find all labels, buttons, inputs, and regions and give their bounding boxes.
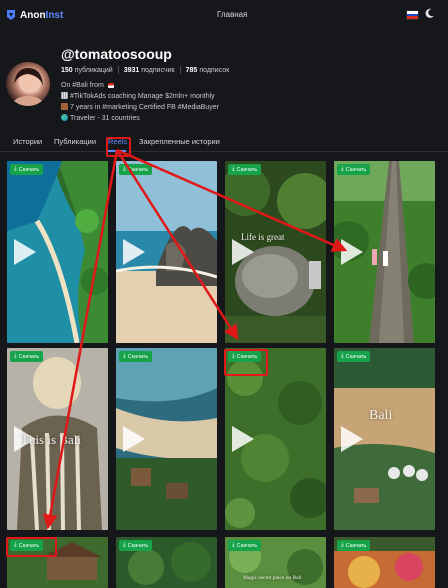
globe-emoji-icon [61,114,68,121]
top-bar: Anon Inst Главная [0,0,448,32]
following-count: 785 [185,66,198,74]
posts-count: 150 [61,66,73,74]
download-button[interactable]: ⤓ Скачать [119,164,153,175]
play-icon [232,239,254,265]
stats-divider [117,66,119,74]
avatar-photo [13,68,43,106]
reel-tile[interactable]: ⤓ Скачать This is Bali [7,348,108,530]
following-label: подписок [199,66,230,74]
annotation-box-reels-tab [106,137,131,157]
download-label: Скачать [18,353,40,360]
dark-mode-moon-icon[interactable] [425,8,435,18]
logo-text-anon: Anon [20,9,46,21]
bio-line-marketing: 7 years in #marketing Certified FB #Medi… [61,103,219,111]
reel-tile[interactable]: ⤓ Скачать [116,537,217,588]
profile-username: @tomatoosooup [61,46,172,62]
download-arrow-icon: ⤓ [341,353,344,359]
download-label: Скачать [127,353,149,360]
bio-line-coaching: #TikTokAds coaching Manage $2mln+ monthl… [61,92,215,100]
download-label: Скачать [18,166,40,173]
reel-tile[interactable]: ⤓ Скачать [7,161,108,343]
download-label: Скачать [345,353,367,360]
bio-coaching-text: #TikTokAds coaching Manage $2mln+ monthl… [70,93,215,100]
download-button[interactable]: ⤓ Скачать [228,540,262,551]
tab-stories[interactable]: Истории [13,137,42,146]
download-button[interactable]: ⤓ Скачать [119,540,153,551]
posts-label: публикаций [74,66,113,74]
tab-pinned-stories[interactable]: Закрепленные истории [139,137,220,146]
briefcase-emoji-icon [61,103,68,110]
flag-emoji-icon [107,83,114,88]
reel-tile[interactable]: ⤓ Скачать [334,537,435,588]
play-icon [123,426,145,452]
avatar [6,62,50,106]
annotation-box-download [6,537,57,557]
download-button[interactable]: ⤓ Скачать [337,351,371,362]
profile-stats: 150 публикаций 3931 подписчик 785 подпис… [61,66,229,74]
reel-tile[interactable]: ⤓ Скачать [116,348,217,530]
logo[interactable]: Anon Inst [6,9,63,21]
download-button[interactable]: ⤓ Скачать [228,164,262,175]
download-label: Скачать [127,166,149,173]
bio-marketing-text: 7 years in #marketing Certified FB #Medi… [70,104,220,111]
download-arrow-icon: ⤓ [14,353,17,359]
reel-tile[interactable]: ⤓ Скачать [116,161,217,343]
download-label: Скачать [345,166,367,173]
logo-icon [7,10,15,20]
reel-tile[interactable]: ⤓ Скачать Magic secret place on Bali [225,537,326,588]
reel-overlay-text: Bali [369,408,393,423]
play-icon [14,239,36,265]
download-arrow-icon: ⤓ [123,166,126,172]
download-label: Скачать [127,542,149,549]
play-icon [123,239,145,265]
calendar-emoji-icon [61,92,68,99]
download-arrow-icon: ⤓ [14,166,17,172]
reel-tile[interactable]: ⤓ Скачать [334,161,435,343]
followers-label: подписчик [141,66,175,74]
download-button[interactable]: ⤓ Скачать [10,351,44,362]
download-label: Скачать [345,542,367,549]
reel-tile[interactable]: ⤓ Скачать Life is great [225,161,326,343]
play-icon [341,239,363,265]
tab-posts[interactable]: Публикации [54,137,96,146]
play-icon [341,426,363,452]
download-label: Скачать [236,542,258,549]
reel-overlay-text: Life is great [241,232,285,242]
download-arrow-icon: ⤓ [232,542,235,548]
download-label: Скачать [236,166,258,173]
download-arrow-icon: ⤓ [341,166,344,172]
download-arrow-icon: ⤓ [341,542,344,548]
bio-line-location: On #Bali from [61,82,116,89]
followers-count: 3931 [123,66,140,74]
profile-tabs: Истории Публикации Reels Закрепленные ис… [0,131,448,152]
download-button[interactable]: ⤓ Скачать [337,540,371,551]
reel-tile[interactable]: ⤓ Скачать Bali [334,348,435,530]
stats-divider [179,66,181,74]
download-arrow-icon: ⤓ [232,166,235,172]
bio-line-travel: Traveler - 31 countries [61,114,140,122]
reel-overlay-text: Magic secret place on Bali [243,575,302,581]
reel-overlay-text: This is Bali [21,432,81,447]
bio-location-text: On #Bali from [61,82,104,89]
download-button[interactable]: ⤓ Скачать [119,351,153,362]
download-arrow-icon: ⤓ [123,542,126,548]
download-button[interactable]: ⤓ Скачать [10,164,44,175]
play-icon [232,426,254,452]
download-arrow-icon: ⤓ [123,353,126,359]
bio-travel-text: Traveler - 31 countries [70,115,140,122]
nav-home-link[interactable]: Главная [217,10,247,19]
download-button[interactable]: ⤓ Скачать [337,164,371,175]
logo-text-inst: Inst [45,9,64,21]
language-flag-icon[interactable] [406,10,419,20]
annotation-box-download [224,349,268,376]
